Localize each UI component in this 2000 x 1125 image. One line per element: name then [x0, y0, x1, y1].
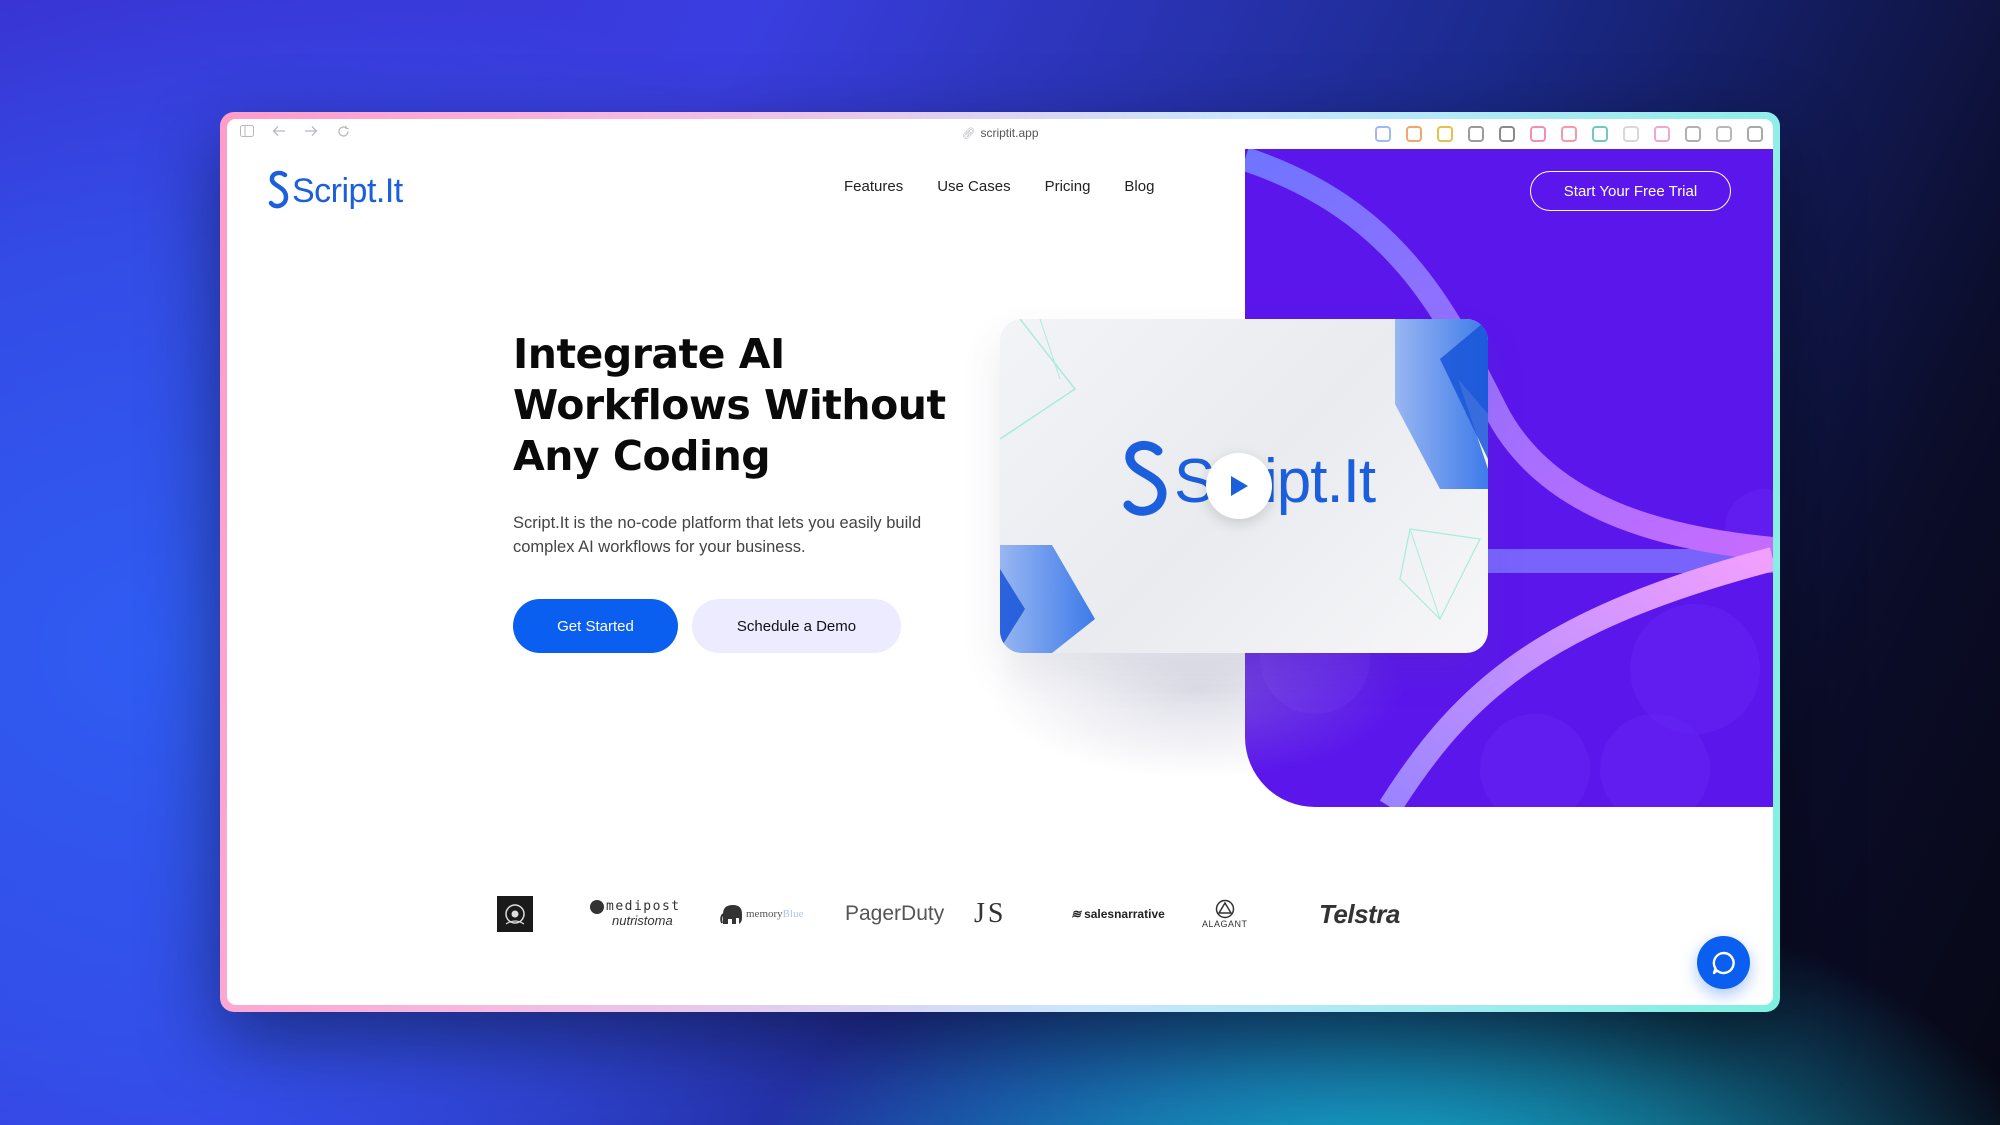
chat-bubble-icon	[1712, 951, 1735, 974]
chat-launcher-button[interactable]	[1697, 936, 1750, 989]
medipost-mark-icon	[590, 900, 604, 914]
main-nav: Features Use Cases Pricing Blog	[844, 178, 1154, 195]
logo-text: Script.It	[292, 171, 403, 210]
browser-extension-icon[interactable]	[1654, 126, 1670, 142]
browser-extension-icon[interactable]	[1499, 126, 1515, 142]
js-text: J S	[974, 898, 1004, 929]
browser-extension-icon[interactable]	[1437, 126, 1453, 142]
start-free-trial-button[interactable]: Start Your Free Trial	[1530, 171, 1731, 211]
logo-mark-icon	[268, 170, 289, 209]
browser-extension-icon[interactable]	[1468, 126, 1484, 142]
memoryblue-text-a: memory	[746, 908, 783, 920]
brand-logo-pagerduty: PagerDuty	[845, 889, 944, 939]
browser-extension-icon[interactable]	[1747, 126, 1763, 142]
alagant-text: ALAGANT	[1202, 919, 1248, 929]
site-logo[interactable]: Script.It	[267, 169, 403, 213]
browser-window: 🔗︎ scriptit.app Script.It Features Use C…	[227, 119, 1773, 1005]
nav-blog[interactable]: Blog	[1124, 178, 1154, 195]
hero-title: Integrate AI Workflows Without Any Codin…	[513, 330, 946, 480]
browser-extension-icon[interactable]	[1375, 126, 1391, 142]
extension-icons	[1375, 126, 1763, 142]
emblem-icon	[497, 896, 533, 932]
telstra-text: Telstra	[1319, 898, 1400, 929]
play-icon	[1231, 476, 1248, 496]
pagerduty-text: PagerDuty	[845, 902, 945, 925]
url-text: scriptit.app	[980, 126, 1039, 140]
browser-extension-icon[interactable]	[1530, 126, 1546, 142]
browser-extension-icon[interactable]	[1406, 126, 1422, 142]
alagant-triangle-icon	[1215, 899, 1234, 919]
medipost-bottom-text: nutristoma	[612, 913, 673, 928]
browser-extension-icon[interactable]	[1561, 126, 1577, 142]
hero-subtitle: Script.It is the no-code platform that l…	[513, 514, 922, 556]
browser-toolbar: 🔗︎ scriptit.app	[227, 119, 1773, 149]
brand-logo-js: J S	[974, 889, 1004, 939]
nav-pricing[interactable]: Pricing	[1045, 178, 1091, 195]
medipost-top-text: medipost	[606, 899, 681, 914]
brand-logo-salesnarrative: ≋ salesnarrative	[1071, 889, 1165, 939]
brand-logo-medipost: medipost nutristoma	[590, 889, 686, 939]
video-logo-mark-icon	[1123, 440, 1167, 516]
customer-logos: medipost nutristoma memory Blue PagerDut…	[497, 889, 1537, 939]
nav-features[interactable]: Features	[844, 178, 903, 195]
link-icon: 🔗︎	[961, 128, 976, 140]
get-started-button[interactable]: Get Started	[513, 599, 678, 653]
browser-window-frame: 🔗︎ scriptit.app Script.It Features Use C…	[220, 112, 1780, 1012]
brand-logo-telstra: Telstra	[1319, 889, 1400, 939]
salesnarrative-mark-icon: ≋	[1071, 907, 1082, 921]
brand-logo-alagant: ALAGANT	[1202, 889, 1248, 939]
elephant-icon	[720, 905, 742, 924]
browser-extension-icon[interactable]	[1592, 126, 1608, 142]
brand-logo-memoryblue: memory Blue	[720, 889, 803, 939]
brand-logo-emblem	[497, 889, 533, 939]
browser-extension-icon[interactable]	[1685, 126, 1701, 142]
salesnarrative-text: salesnarrative	[1084, 907, 1165, 921]
video-logo-text: Script.It	[1174, 446, 1376, 516]
browser-extension-icon[interactable]	[1716, 126, 1732, 142]
browser-extension-icon[interactable]	[1623, 126, 1639, 142]
nav-use-cases[interactable]: Use Cases	[937, 178, 1010, 195]
memoryblue-text-b: Blue	[782, 908, 804, 920]
video-thumbnail[interactable]: Script.It	[1000, 319, 1488, 653]
play-button[interactable]	[1206, 453, 1272, 519]
schedule-demo-button[interactable]: Schedule a Demo	[692, 599, 901, 653]
